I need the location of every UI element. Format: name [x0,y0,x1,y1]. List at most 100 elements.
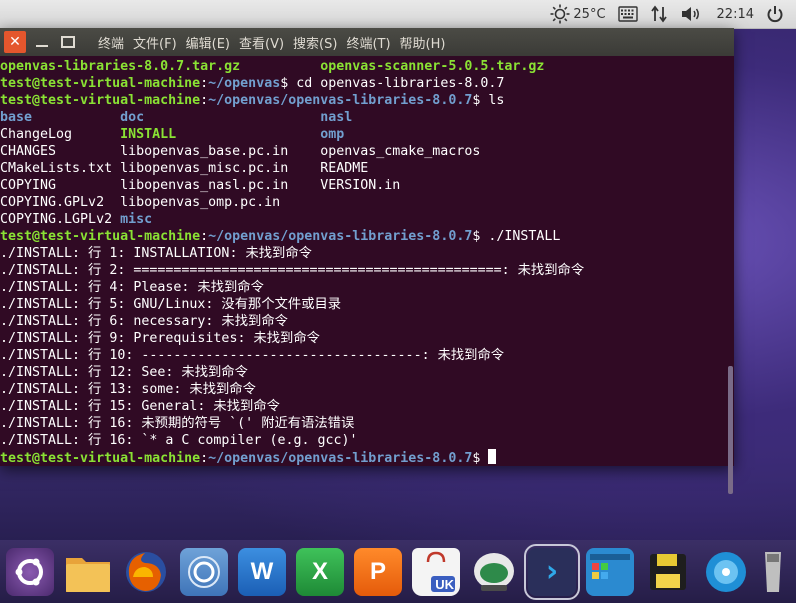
terminal-line: CMakeLists.txt libopenvas_misc.pc.in REA… [0,160,726,177]
weather-indicator[interactable]: 25°C [550,4,606,24]
terminal-text: base [0,110,33,125]
terminal-text: omp [320,127,345,142]
terminal-text: ./INSTALL: 行 10: -----------------------… [0,348,505,363]
close-button[interactable]: ✕ [4,31,26,53]
robot-tweak-icon [474,552,514,591]
terminal-line: ./INSTALL: 行 1: INSTALLATION: 未找到命令 [0,245,726,262]
terminal-text: COPYING libopenvas_nasl.pc.in VERSION.in [0,178,401,193]
menu-view[interactable]: 查看(V) [239,33,284,52]
wps-spreadsheets-icon: X [311,557,328,585]
dock-ubuntu-tweak[interactable] [470,548,518,596]
terminal-line: test@test-virtual-machine:~/openvas/open… [0,449,726,466]
terminal-line: test@test-virtual-machine:~/openvas/open… [0,228,726,245]
terminal-text: ./INSTALL: 行 16: 未预期的符号 `(' 附近有语法错误 [0,416,355,431]
sound-indicator[interactable] [680,5,702,23]
dock-wps-spreadsheets[interactable]: X [296,547,344,596]
terminal-line: COPYING.LGPLv2 misc [0,211,726,228]
maximize-button[interactable] [58,32,78,52]
terminal-line: ./INSTALL: 行 10: -----------------------… [0,347,726,364]
terminal-text: $ cd openvas-libraries-8.0.7 [280,76,505,91]
terminal-line: test@test-virtual-machine:~/openvas/open… [0,92,726,109]
terminal-text: : [200,76,209,91]
dock-terminal[interactable]: › [524,543,580,600]
dock-wps-presentation[interactable]: P [354,547,402,596]
terminal-line: ChangeLog INSTALL omp [0,126,726,143]
terminal-text: : [200,229,209,244]
terminal-text: nasl [320,110,353,125]
terminal-line: CHANGES libopenvas_base.pc.in openvas_cm… [0,143,726,160]
terminal-text: ./INSTALL: 行 16: `* a C compiler (e.g. g… [0,433,358,448]
keyboard-icon [617,6,638,22]
power-gear-icon [767,6,783,23]
window-titlebar[interactable]: ✕ 终端 文件(F) 编辑(E) 查看(V) 搜索(S) 终端(T) 帮助(H) [0,28,734,56]
terminal-text: ChangeLog [0,127,121,142]
ubuntu-logo-icon [15,558,43,585]
dock-dvd[interactable] [702,548,750,596]
menu-terminal-app[interactable]: 终端 [98,33,124,52]
terminal-cursor [488,449,497,464]
network-indicator[interactable] [650,5,668,23]
folder-icon [66,557,110,592]
terminal-text: CMakeLists.txt libopenvas_misc.pc.in REA… [0,161,369,176]
terminal-text: test@test-virtual-machine [0,76,201,91]
keyboard-indicator[interactable] [617,6,638,22]
terminal-text: ./INSTALL: 行 5: GNU/Linux: 没有那个文件或目录 [0,297,342,312]
dock-wps-writer[interactable]: W [238,547,286,596]
dock-files[interactable] [64,548,112,596]
usb-drive-icon [765,551,781,592]
terminal-text: ./INSTALL: 行 2: ========================… [0,263,585,278]
menu-help[interactable]: 帮助(H) [400,33,446,52]
minimize-icon [36,45,48,47]
scrollbar-thumb[interactable] [728,366,733,494]
terminal-line: COPYING libopenvas_nasl.pc.in VERSION.in [0,177,726,194]
dvd-disc-icon [706,551,746,592]
dock-chromium[interactable] [180,547,228,596]
clock[interactable]: 22:14 [714,7,754,22]
workspace-grid-icon [590,553,630,579]
uk-badge: UK [435,576,454,592]
terminal-text: : [200,451,209,466]
terminal-line: ./INSTALL: 行 5: GNU/Linux: 没有那个文件或目录 [0,296,726,313]
terminal-text: ./INSTALL: 行 6: necessary: 未找到命令 [0,314,288,329]
scrollbar[interactable] [726,56,734,494]
dock-save[interactable] [644,548,692,596]
terminal-text: ./INSTALL: 行 12: See: 未找到命令 [0,365,248,380]
terminal-text: COPYING.GPLv2 libopenvas_omp.pc.in [0,195,281,210]
dock-software-center[interactable]: UK [412,547,460,596]
minimize-button[interactable] [32,32,52,52]
menu-search[interactable]: 搜索(S) [293,33,337,52]
dock-firefox[interactable] [122,548,170,596]
terminal-text: ~/openvas/openvas-libraries-8.0.7 [208,451,473,466]
terminal-text: COPYING.LGPLv2 [0,212,121,227]
terminal-line: base doc nasl [0,109,726,126]
dock: W X P UK › [0,540,796,603]
terminal-text: ~/openvas/openvas-libraries-8.0.7 [208,229,473,244]
terminal-line: ./INSTALL: 行 2: ========================… [0,262,726,279]
terminal-text: openvas-libraries-8.0.7.tar.gz [0,59,241,74]
terminal-line: ./INSTALL: 行 13: some: 未找到命令 [0,381,726,398]
dock-ubuntu[interactable] [6,547,54,596]
terminal-line: ./INSTALL: 行 12: See: 未找到命令 [0,364,726,381]
terminal-text: : [200,93,209,108]
network-arrows-icon [650,5,667,23]
wps-writer-icon: W [250,557,274,585]
menu-edit[interactable]: 编辑(E) [186,33,230,52]
terminal-text: ~/openvas [208,76,281,91]
menu-terminal[interactable]: 终端(T) [346,33,390,52]
terminal-text: ./INSTALL: 行 9: Prerequisites: 未找到命令 [0,331,320,346]
terminal-text: openvas-scanner-5.0.5.tar.gz [320,59,545,74]
clock-label: 22:14 [716,6,754,22]
session-indicator[interactable] [766,5,784,23]
terminal-text: doc [120,110,145,125]
dock-usb-drive[interactable] [760,548,786,596]
terminal-text: $ [472,451,489,466]
dock-workspace-switcher[interactable] [586,547,634,596]
terminal-text: INSTALL [120,127,177,142]
menu-file[interactable]: 文件(F) [133,33,177,52]
terminal-line: ./INSTALL: 行 16: `* a C compiler (e.g. g… [0,432,726,449]
terminal-output[interactable]: openvas-libraries-8.0.7.tar.gz openvas-s… [0,56,726,466]
terminal-line: ./INSTALL: 行 16: 未预期的符号 `(' 附近有语法错误 [0,415,726,432]
terminal-text: ~/openvas/openvas-libraries-8.0.7 [208,93,473,108]
